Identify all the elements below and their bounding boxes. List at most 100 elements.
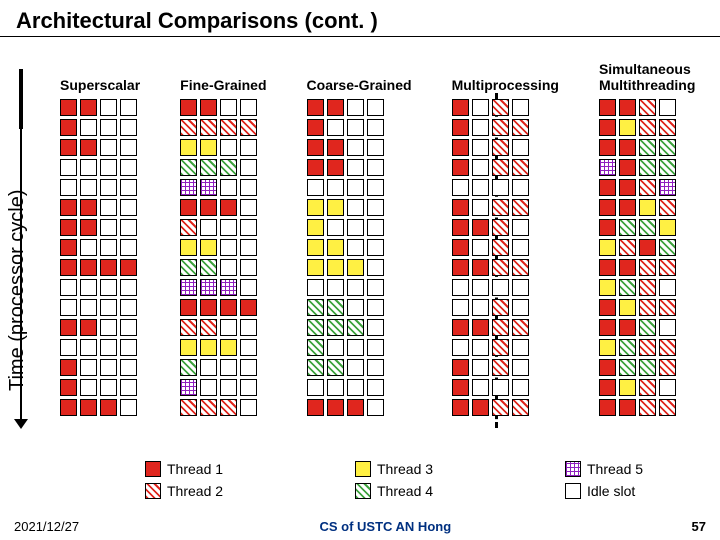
cycle-row (599, 359, 695, 376)
issue-slot (347, 259, 364, 276)
column-header: Superscalar (60, 61, 140, 93)
issue-slot (240, 339, 257, 356)
cycle-row (180, 259, 266, 276)
column-container: Superscalar Fine-Grained Coarse-Grained Mul… (60, 61, 695, 416)
issue-slot (180, 399, 197, 416)
cycle-row (307, 179, 412, 196)
cycle-row (307, 339, 412, 356)
issue-slot (100, 319, 117, 336)
issue-slot (200, 139, 217, 156)
cycle-row (599, 219, 695, 236)
cycle-row (452, 219, 559, 236)
issue-slot (80, 259, 97, 276)
issue-slot (659, 299, 676, 316)
issue-slot (367, 199, 384, 216)
issue-slot (472, 99, 489, 116)
issue-slot (639, 139, 656, 156)
issue-slot (619, 319, 636, 336)
issue-slot (120, 399, 137, 416)
issue-slot (639, 379, 656, 396)
legend-item: Idle slot (565, 483, 715, 499)
cycle-row (307, 359, 412, 376)
issue-slot (452, 139, 469, 156)
issue-slot (452, 299, 469, 316)
issue-slot (492, 139, 509, 156)
issue-slot (220, 279, 237, 296)
cycle-row (452, 239, 559, 256)
issue-slot (619, 299, 636, 316)
cycle-row (307, 159, 412, 176)
issue-slot (367, 99, 384, 116)
cycle-row (452, 319, 559, 336)
column: Fine-Grained (180, 61, 266, 416)
cycle-row (307, 219, 412, 236)
issue-slot (452, 359, 469, 376)
issue-slot (492, 179, 509, 196)
legend-label: Thread 2 (167, 483, 223, 499)
issue-slot (120, 319, 137, 336)
legend-label: Idle slot (587, 483, 635, 499)
issue-slot (240, 119, 257, 136)
issue-slot (639, 259, 656, 276)
issue-slot (80, 99, 97, 116)
issue-slot (327, 219, 344, 236)
issue-slot (472, 379, 489, 396)
cycle-row (452, 379, 559, 396)
cycle-row (307, 399, 412, 416)
issue-slot (80, 359, 97, 376)
issue-slot (100, 139, 117, 156)
issue-slot (452, 399, 469, 416)
issue-slot (472, 279, 489, 296)
issue-slot (100, 399, 117, 416)
issue-slot (599, 139, 616, 156)
issue-slot (492, 319, 509, 336)
issue-slot (80, 379, 97, 396)
column: Coarse-Grained (307, 61, 412, 416)
column: SimultaneousMultithreading (599, 61, 695, 416)
issue-slot (60, 299, 77, 316)
issue-slot (367, 259, 384, 276)
cycle-grid (180, 99, 266, 416)
column: Multiprocessing (452, 61, 559, 416)
issue-slot (220, 319, 237, 336)
issue-slot (327, 259, 344, 276)
issue-slot (472, 219, 489, 236)
cycle-row (452, 299, 559, 316)
issue-slot (200, 339, 217, 356)
issue-slot (220, 239, 237, 256)
issue-slot (472, 339, 489, 356)
issue-slot (240, 379, 257, 396)
issue-slot (367, 399, 384, 416)
issue-slot (492, 299, 509, 316)
issue-slot (120, 299, 137, 316)
cycle-row (60, 159, 140, 176)
issue-slot (307, 179, 324, 196)
issue-slot (599, 119, 616, 136)
issue-slot (60, 159, 77, 176)
issue-slot (659, 399, 676, 416)
issue-slot (180, 359, 197, 376)
issue-slot (619, 279, 636, 296)
issue-slot (180, 219, 197, 236)
cycle-row (452, 359, 559, 376)
cycle-row (307, 379, 412, 396)
issue-slot (347, 339, 364, 356)
issue-slot (492, 99, 509, 116)
cycle-row (599, 159, 695, 176)
y-axis-label: Time (processor cycle) (6, 189, 29, 391)
issue-slot (347, 159, 364, 176)
issue-slot (492, 259, 509, 276)
cycle-row (599, 179, 695, 196)
issue-slot (599, 379, 616, 396)
issue-slot (200, 99, 217, 116)
issue-slot (619, 359, 636, 376)
issue-slot (220, 159, 237, 176)
issue-slot (327, 139, 344, 156)
issue-slot (180, 119, 197, 136)
issue-slot (327, 159, 344, 176)
issue-slot (599, 239, 616, 256)
cycle-row (60, 319, 140, 336)
cycle-row (599, 119, 695, 136)
issue-slot (659, 159, 676, 176)
issue-slot (452, 279, 469, 296)
